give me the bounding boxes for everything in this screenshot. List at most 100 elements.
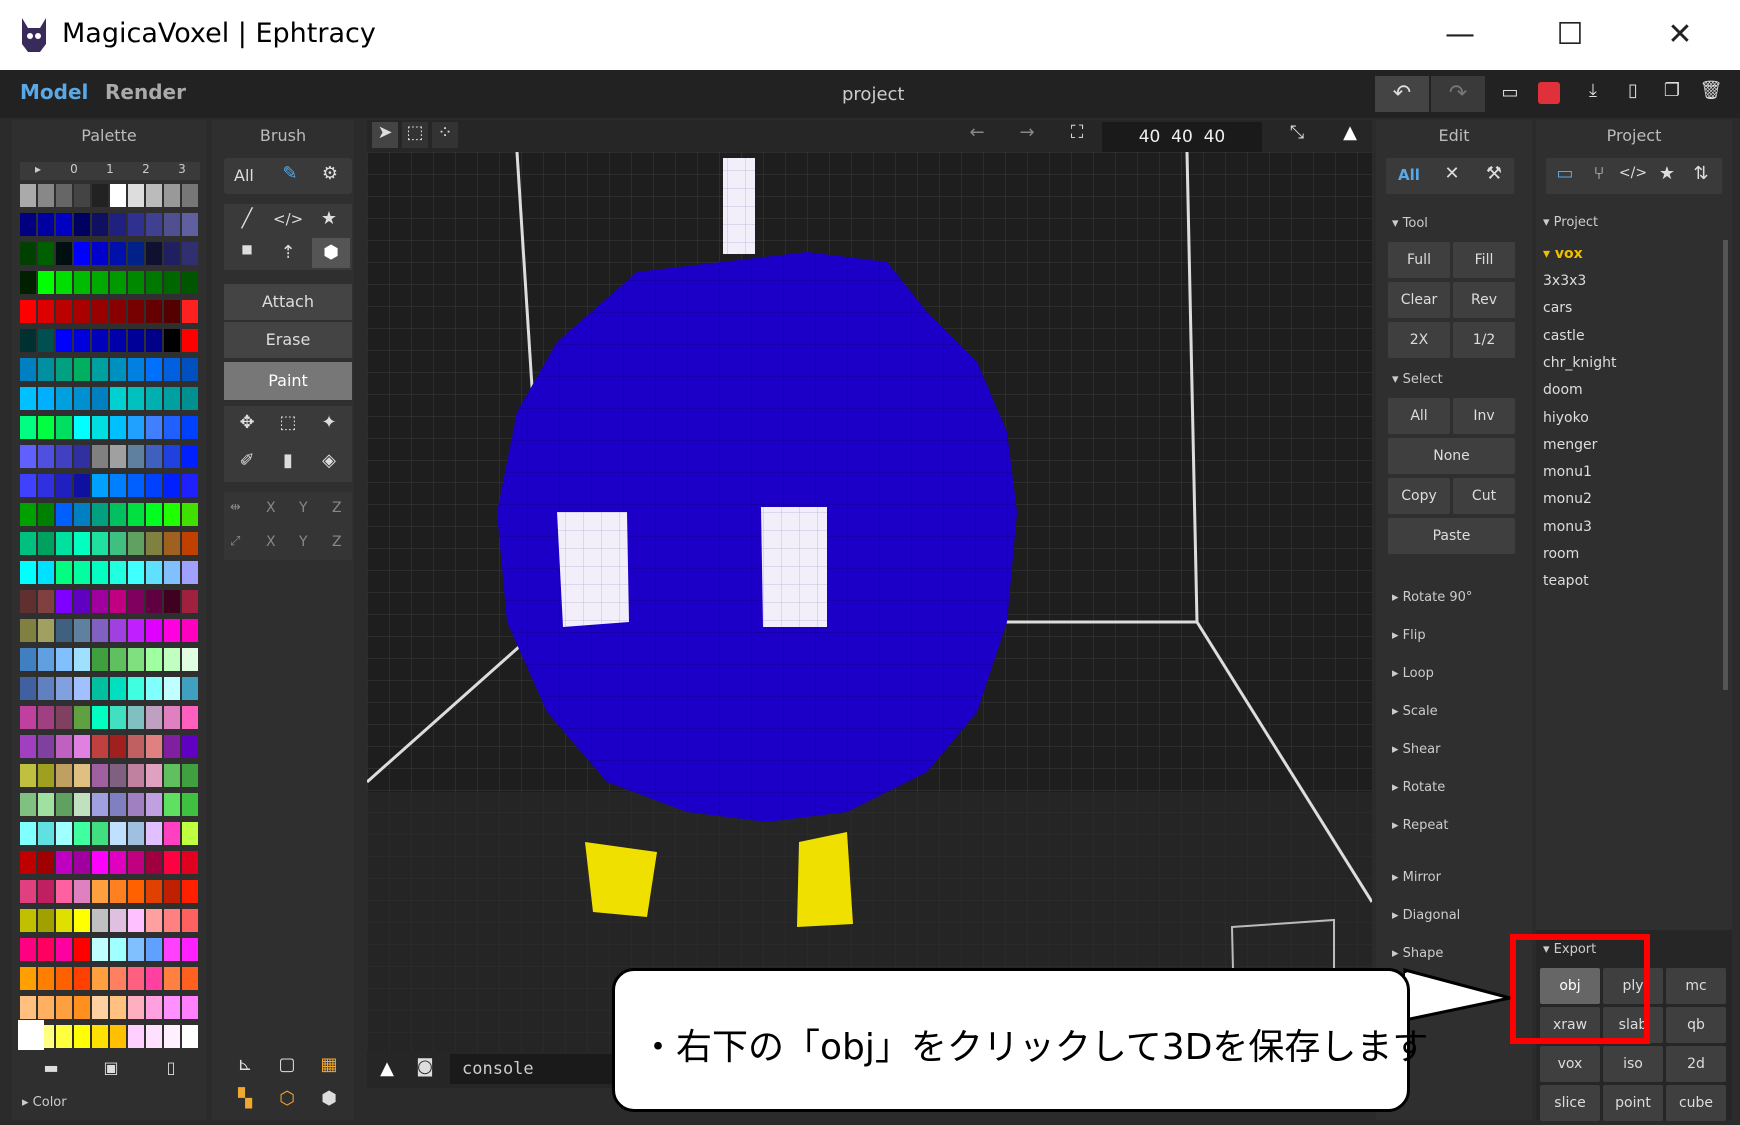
palette-swatch[interactable] xyxy=(146,416,162,439)
palette-swatch[interactable] xyxy=(20,793,36,816)
edit-op-item[interactable]: ▸ Repeat xyxy=(1392,818,1448,833)
palette-swatch[interactable] xyxy=(74,445,90,468)
palette-file-icon[interactable]: ▯ xyxy=(156,1058,186,1077)
palette-swatch[interactable] xyxy=(110,764,126,787)
copy-file-icon[interactable]: ❐ xyxy=(1657,80,1687,101)
tool-section[interactable]: ▾ Tool xyxy=(1392,216,1428,231)
open-folder-icon[interactable]: ▭ xyxy=(1495,82,1525,103)
palette-swatch[interactable] xyxy=(164,474,180,497)
palette-swatch[interactable] xyxy=(164,967,180,990)
palette-swatch[interactable] xyxy=(56,793,72,816)
palette-swatch[interactable] xyxy=(92,706,108,729)
palette-swatch[interactable] xyxy=(56,590,72,613)
export-cube-button[interactable]: cube xyxy=(1666,1085,1726,1121)
palette-swatch[interactable] xyxy=(74,242,90,265)
mirror-z[interactable]: Z xyxy=(332,500,342,516)
palette-swatch[interactable] xyxy=(164,619,180,642)
palette-col-0[interactable]: 0 xyxy=(56,162,92,180)
palette-swatch[interactable] xyxy=(56,822,72,845)
mirror-icon[interactable]: ⇹ xyxy=(230,500,241,515)
palette-swatch[interactable] xyxy=(164,329,180,352)
palette-swatch[interactable] xyxy=(164,184,180,207)
palette-selected-swatch[interactable] xyxy=(18,1020,44,1050)
palette-swatch[interactable] xyxy=(74,851,90,874)
palette-swatch[interactable] xyxy=(182,938,198,961)
edit-op-item[interactable]: ▸ Scale xyxy=(1392,704,1438,719)
palette-swatch[interactable] xyxy=(182,735,198,758)
fit-icon[interactable]: ⤡ xyxy=(1282,122,1312,143)
palette-swatch[interactable] xyxy=(182,677,198,700)
palette-swatch[interactable] xyxy=(20,590,36,613)
edit-op-item[interactable]: ▸ Flip xyxy=(1392,628,1426,643)
project-file-item[interactable]: 3x3x3 xyxy=(1543,273,1586,289)
palette-swatch[interactable] xyxy=(164,822,180,845)
palette-swatch[interactable] xyxy=(128,619,144,642)
palette-swatch[interactable] xyxy=(20,213,36,236)
palette-swatch[interactable] xyxy=(110,735,126,758)
palette-swatch[interactable] xyxy=(110,300,126,323)
palette-swatch[interactable] xyxy=(20,938,36,961)
palette-swatch[interactable] xyxy=(92,242,108,265)
palette-swatch[interactable] xyxy=(164,387,180,410)
palette-swatch[interactable] xyxy=(182,822,198,845)
brush-attach-button[interactable]: Attach xyxy=(224,284,352,320)
palette-swatch[interactable] xyxy=(74,1025,90,1048)
palette-swatch[interactable] xyxy=(128,909,144,932)
palette-swatch[interactable] xyxy=(38,706,54,729)
palette-swatch[interactable] xyxy=(164,764,180,787)
palette-swatch[interactable] xyxy=(38,387,54,410)
edit-op-item[interactable]: ▸ Diagonal xyxy=(1392,908,1460,923)
palette-swatch[interactable] xyxy=(92,1025,108,1048)
palette-swatch[interactable] xyxy=(182,996,198,1019)
palette-swatch[interactable] xyxy=(164,416,180,439)
palette-swatch[interactable] xyxy=(74,822,90,845)
palette-swatch[interactable] xyxy=(146,300,162,323)
palette-col-1[interactable]: 1 xyxy=(92,162,128,180)
palette-swatch[interactable] xyxy=(38,358,54,381)
new-file-icon[interactable]: ▯ xyxy=(1618,80,1648,101)
palette-swatch[interactable] xyxy=(38,938,54,961)
palette-swatch[interactable] xyxy=(92,967,108,990)
palette-swatch[interactable] xyxy=(182,1025,198,1048)
project-file-item[interactable]: teapot xyxy=(1543,573,1589,589)
palette-swatch[interactable] xyxy=(20,735,36,758)
edit-op-item[interactable]: ▸ Rotate 90° xyxy=(1392,590,1472,605)
fill-bucket-icon[interactable]: ◈ xyxy=(314,450,344,471)
palette-swatch[interactable] xyxy=(92,503,108,526)
camera-icon[interactable]: ◙ xyxy=(410,1056,440,1077)
palette-swatch[interactable] xyxy=(20,503,36,526)
clear-button[interactable]: Clear xyxy=(1388,282,1450,318)
palette-col-3[interactable]: 3 xyxy=(164,162,200,180)
brush-gear-icon[interactable]: ⚙ xyxy=(316,163,344,184)
star-icon[interactable]: ★ xyxy=(314,208,344,229)
palette-swatch[interactable] xyxy=(20,387,36,410)
palette-swatch[interactable] xyxy=(20,764,36,787)
dimension-field[interactable]: 40 40 40 xyxy=(1102,122,1262,152)
project-file-item[interactable]: monu1 xyxy=(1543,464,1592,480)
palette-swatch[interactable] xyxy=(74,300,90,323)
edit-op-item[interactable]: ▸ Shape xyxy=(1392,946,1443,961)
palette-swatch[interactable] xyxy=(146,387,162,410)
palette-swatch[interactable] xyxy=(20,242,36,265)
fill-button[interactable]: Fill xyxy=(1453,242,1515,278)
palette-swatch[interactable] xyxy=(110,474,126,497)
palette-swatch[interactable] xyxy=(110,677,126,700)
palette-swatch[interactable] xyxy=(38,619,54,642)
palette-swatch[interactable] xyxy=(146,329,162,352)
palette-swatch[interactable] xyxy=(164,909,180,932)
palette-swatch[interactable] xyxy=(182,967,198,990)
palette-swatch[interactable] xyxy=(74,416,90,439)
script-icon[interactable]: </> xyxy=(1618,165,1648,181)
palette-swatch[interactable] xyxy=(92,300,108,323)
palette-swatch[interactable] xyxy=(20,648,36,671)
palette-swatch[interactable] xyxy=(146,822,162,845)
palette-swatch[interactable] xyxy=(56,996,72,1019)
undo-button[interactable]: ↶ xyxy=(1375,76,1429,112)
palette-swatch[interactable] xyxy=(20,822,36,845)
palette-swatch[interactable] xyxy=(56,648,72,671)
expand-icon[interactable]: ✕ xyxy=(1438,163,1466,184)
palette-swatch[interactable] xyxy=(56,938,72,961)
wrench-icon[interactable]: ⚒ xyxy=(1480,163,1508,184)
palette-swatch[interactable] xyxy=(128,822,144,845)
palette-swatch[interactable] xyxy=(182,793,198,816)
